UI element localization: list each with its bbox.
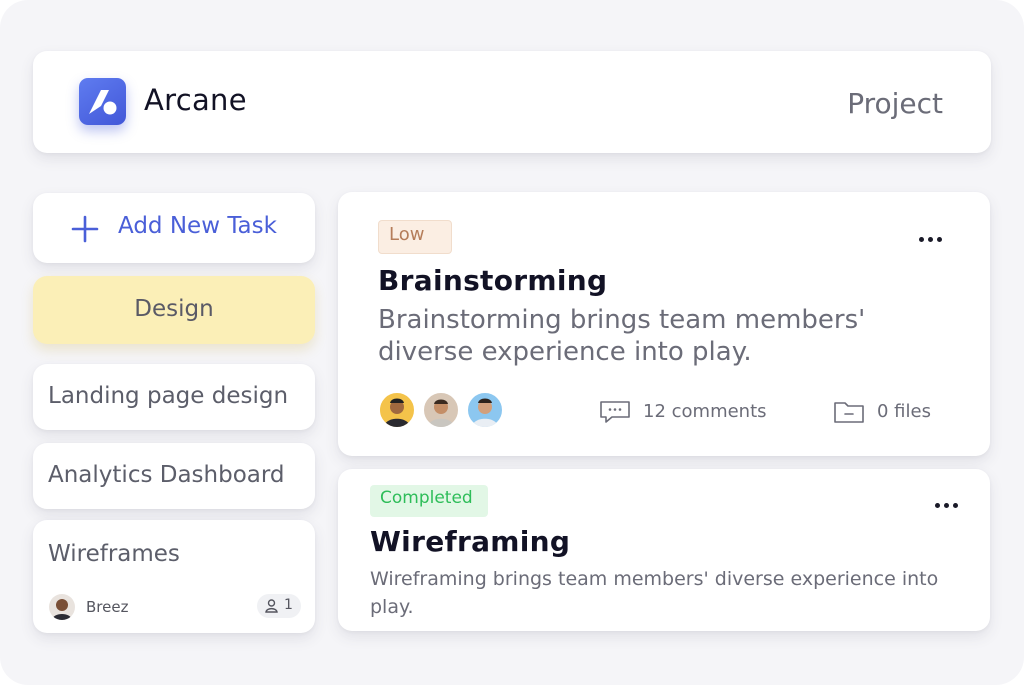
comments-label: 12 comments (643, 401, 767, 422)
sidebar-item-label: Analytics Dashboard (48, 462, 285, 488)
task-title: Wireframing (370, 525, 571, 558)
project-nav-link[interactable]: Project (847, 87, 943, 120)
comments-count[interactable]: 12 comments (598, 399, 778, 425)
task-card-brainstorming[interactable]: Low Brainstorming Brainstorming brings t… (338, 192, 990, 456)
more-options-icon[interactable] (918, 236, 944, 244)
plus-icon (71, 215, 99, 243)
sidebar-item-landing-page-design[interactable]: Landing page design (33, 364, 315, 430)
sidebar-item-analytics-dashboard[interactable]: Analytics Dashboard (33, 443, 315, 509)
member-count-badge: 1 (257, 594, 301, 618)
priority-badge: Low (378, 220, 452, 254)
comment-icon (600, 401, 630, 423)
arcane-logo-icon[interactable] (79, 78, 126, 125)
files-count[interactable]: 0 files (833, 399, 943, 425)
sidebar-item-design[interactable]: Design (33, 276, 315, 344)
status-badge: Completed (370, 485, 488, 517)
files-label: 0 files (877, 401, 931, 422)
task-description: Brainstorming brings team members' diver… (378, 305, 866, 367)
add-new-task-button[interactable]: Add New Task (33, 193, 315, 263)
more-options-icon[interactable] (934, 502, 960, 510)
avatar (466, 391, 504, 429)
user-icon (265, 599, 278, 613)
member-count: 1 (284, 597, 293, 613)
assignee-avatars (378, 391, 510, 429)
avatar (378, 391, 416, 429)
assignee-name: Breez (86, 598, 129, 616)
task-card-wireframing[interactable]: Completed Wireframing Wireframing brings… (338, 469, 990, 631)
avatar (49, 594, 75, 620)
app-frame: Arcane Project Add New Task Design Landi… (0, 0, 1024, 685)
app-header: Arcane Project (33, 51, 991, 153)
sidebar-item-label: Wireframes (48, 541, 180, 567)
sidebar-item-label: Design (134, 296, 214, 322)
add-new-task-label: Add New Task (118, 213, 277, 239)
brand-name: Arcane (144, 83, 247, 117)
task-title: Brainstorming (378, 264, 608, 297)
sidebar-item-label: Landing page design (48, 383, 289, 409)
task-description: Wireframing brings team members' diverse… (370, 568, 939, 618)
folder-icon (834, 402, 864, 423)
sidebar-item-wireframes[interactable]: Wireframes Breez 1 (33, 520, 315, 633)
avatar (422, 391, 460, 429)
